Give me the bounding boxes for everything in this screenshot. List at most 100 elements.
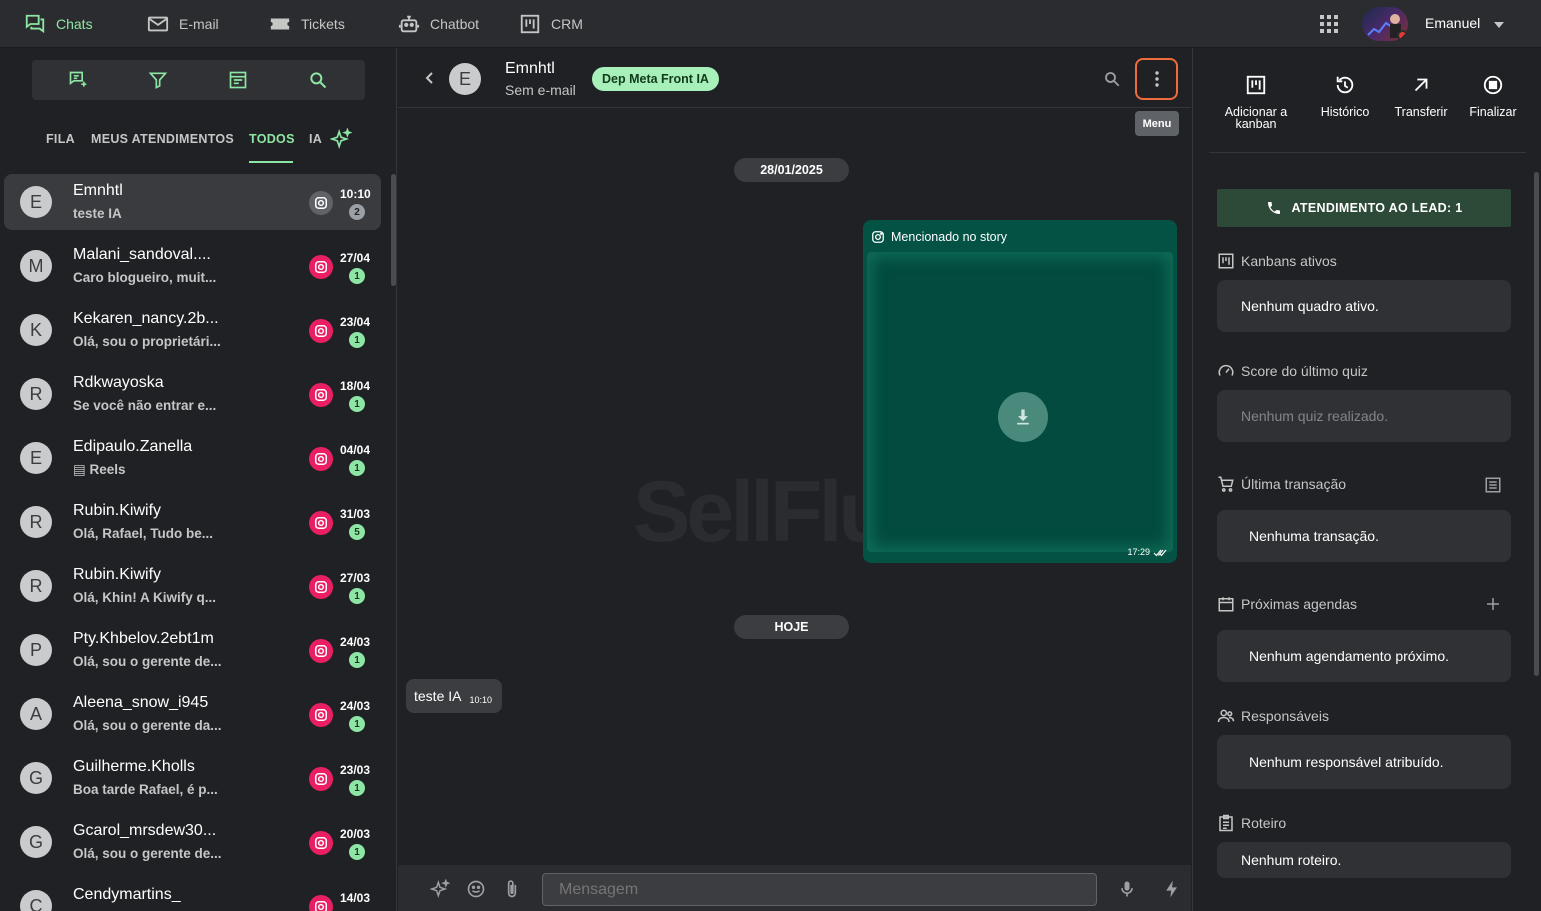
kanban-icon (520, 14, 540, 34)
search-icon[interactable] (1103, 70, 1121, 88)
chat-list-item[interactable]: C Cendymartins_ 14/03 (4, 878, 381, 911)
top-navigation-bar: Chats E-mail Tickets Chatbot CRM Emanuel (0, 0, 1541, 48)
nav-chatbot[interactable]: Chatbot (398, 0, 479, 48)
contact-avatar: P (20, 634, 52, 666)
unread-count-badge: 5 (349, 524, 365, 540)
unread-count-badge: 1 (349, 396, 365, 412)
contact-avatar: R (20, 506, 52, 538)
instagram-icon (314, 516, 328, 530)
filter-button[interactable] (146, 68, 170, 92)
active-kanbans-box: Nenhum quadro ativo. (1217, 280, 1511, 332)
unread-count-badge: 1 (349, 460, 365, 476)
instagram-icon (314, 900, 328, 911)
add-to-kanban-label: Adicionar a kanban (1224, 105, 1288, 131)
unread-count-badge: 1 (349, 716, 365, 732)
tab-fila[interactable]: FILA (46, 132, 75, 146)
contact-avatar: R (20, 570, 52, 602)
active-tab-indicator (249, 161, 293, 163)
contact-name: Aleena_snow_i945 (73, 694, 209, 711)
plus-icon[interactable] (1484, 595, 1502, 613)
chat-list-item[interactable]: R Rdkwayoska Se você não entrar e... 18/04 1 (4, 366, 381, 422)
kanban-icon (1218, 253, 1234, 269)
instagram-channel-badge (309, 895, 333, 911)
new-chat-button[interactable] (66, 68, 90, 92)
instagram-icon (314, 324, 328, 338)
instagram-icon (314, 196, 328, 210)
instagram-channel-badge (309, 447, 333, 471)
chat-list-item[interactable]: R Rubin.Kiwify Olá, Khin! A Kiwify q... 27/… (4, 558, 381, 614)
chat-list-item[interactable]: G Guilherme.Kholls Boa tarde Rafael, é p..… (4, 750, 381, 806)
history-button[interactable]: Histórico (1311, 74, 1379, 118)
chat-list-item[interactable]: P Pty.Khbelov.2ebt1m Olá, sou o gerente de… (4, 622, 381, 678)
nav-chats[interactable]: Chats (24, 0, 93, 48)
receipt-list-icon[interactable] (1484, 476, 1502, 494)
sparkle-icon[interactable] (330, 128, 352, 150)
last-transaction-box: Nenhuma transação. (1217, 510, 1511, 562)
last-transaction-title: Última transação (1217, 475, 1346, 493)
lightning-icon[interactable] (1162, 879, 1182, 899)
microphone-icon[interactable] (1117, 879, 1137, 899)
responsibles-box: Nenhum responsável atribuído. (1217, 735, 1511, 789)
user-name[interactable]: Emanuel (1425, 15, 1480, 31)
chat-list-scrollbar[interactable] (391, 174, 396, 286)
templates-button[interactable] (226, 68, 250, 92)
contact-avatar[interactable]: E (449, 63, 481, 95)
chat-toolbar (32, 60, 365, 100)
instagram-channel-badge (309, 639, 333, 663)
add-to-kanban-button[interactable]: Adicionar a kanban (1219, 74, 1293, 130)
emoji-icon[interactable] (466, 879, 486, 899)
user-avatar[interactable] (1362, 7, 1408, 41)
quiz-score-title: Score do último quiz (1217, 362, 1368, 380)
status-dot (1397, 30, 1408, 41)
chat-list-item[interactable]: E Emnhtl teste IA 10:10 2 (4, 174, 381, 230)
chat-list-item[interactable]: K Kekaren_nancy.2b... Olá, sou o proprietá… (4, 302, 381, 358)
nav-chats-label: Chats (56, 16, 93, 32)
incoming-message: teste IA 10:10 (406, 679, 502, 713)
ticket-icon (270, 18, 290, 30)
apps-grid-icon[interactable] (1319, 14, 1339, 34)
chevron-left-icon[interactable] (422, 70, 438, 86)
chat-list-item[interactable]: A Aleena_snow_i945 Olá, sou o gerente da..… (4, 686, 381, 742)
story-mention-label: Mencionado no story (891, 230, 1008, 244)
unread-count-badge: 2 (349, 204, 365, 220)
instagram-icon (314, 836, 328, 850)
instagram-channel-badge (309, 319, 333, 343)
instagram-channel-badge (309, 255, 333, 279)
chat-list-item[interactable]: G Gcarol_mrsdew30... Olá, sou o gerente de… (4, 814, 381, 870)
search-chats-button[interactable] (306, 68, 330, 92)
conversation-panel: E Emnhtl Sem e-mail Dep Meta Front IA Me… (398, 48, 1191, 911)
attachment-icon[interactable] (502, 879, 522, 899)
instagram-icon (314, 452, 328, 466)
chat-list-item[interactable]: E Edipaulo.Zanella ▤ Reels 04/04 1 (4, 430, 381, 486)
menu-tooltip: Menu (1135, 111, 1179, 136)
double-check-icon (1153, 549, 1167, 556)
nav-crm[interactable]: CRM (519, 0, 583, 48)
download-icon (1017, 409, 1029, 425)
nav-tickets[interactable]: Tickets (269, 0, 345, 48)
download-button[interactable] (998, 392, 1048, 442)
transfer-button[interactable]: Transferir (1387, 74, 1455, 118)
nav-email[interactable]: E-mail (147, 0, 219, 48)
new-chat-icon (69, 71, 87, 87)
message-time: 10:10 (469, 695, 492, 705)
menu-button[interactable] (1135, 58, 1178, 100)
details-scrollbar[interactable] (1534, 172, 1539, 676)
tab-todos[interactable]: TODOS (249, 132, 295, 146)
contact-name[interactable]: Emnhtl (505, 60, 555, 78)
contact-avatar: K (20, 314, 52, 346)
tab-meus-atendimentos[interactable]: MEUS ATENDIMENTOS (91, 132, 234, 146)
finish-button[interactable]: Finalizar (1461, 74, 1525, 118)
responsibles-label: Responsáveis (1241, 708, 1329, 724)
contact-name: Edipaulo.Zanella (73, 438, 193, 455)
chat-time: 04/04 (340, 443, 371, 457)
caret-down-icon[interactable] (1493, 19, 1505, 31)
contact-avatar: R (20, 378, 52, 410)
quiz-score-label: Score do último quiz (1241, 363, 1368, 379)
lead-service-button[interactable]: ATENDIMENTO AO LEAD: 1 (1217, 189, 1511, 227)
cart-icon (1218, 476, 1234, 492)
chat-list-item[interactable]: M Malani_sandoval.... Caro blogueiro, muit… (4, 238, 381, 294)
chat-list-item[interactable]: R Rubin.Kiwify Olá, Rafael, Tudo be... 31/0… (4, 494, 381, 550)
tab-ia[interactable]: IA (309, 132, 322, 146)
message-input[interactable] (542, 873, 1097, 906)
ai-sparkle-icon[interactable] (430, 879, 450, 899)
